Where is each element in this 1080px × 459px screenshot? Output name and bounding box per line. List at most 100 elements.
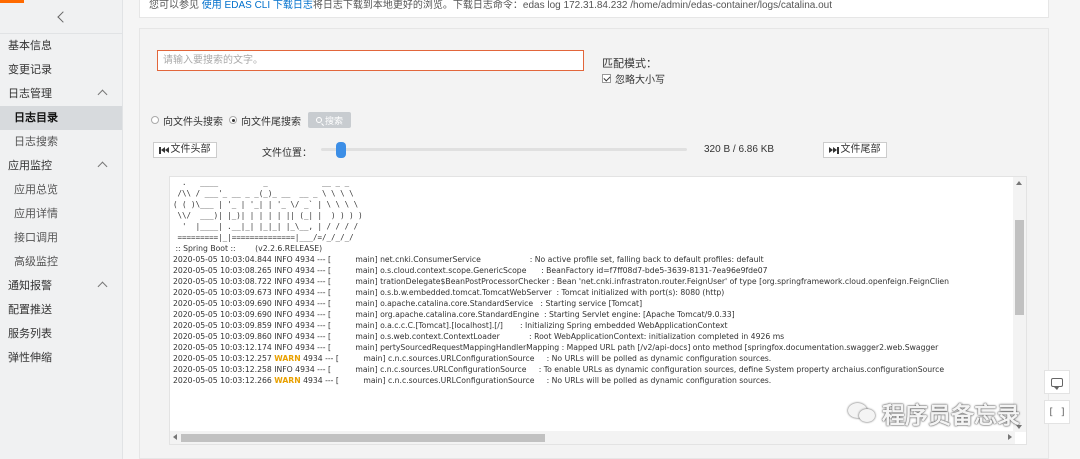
main-content: 您可以参见 使用 EDAS CLI 下载日志将日志下载到本地更好的浏览。下载日志… [139,0,1049,459]
log-line: 2020-05-05 10:03:04.844 INFO 4934 --- [ … [173,254,1009,265]
log-message: o.s.cloud.context.scope.GenericScope : B… [380,266,768,275]
sidebar-item[interactable]: 应用详情 [0,202,122,226]
file-position-slider[interactable] [321,142,687,158]
sidebar-item[interactable]: 日志管理 [0,82,122,106]
go-to-file-head-button[interactable]: 文件头部 [153,142,217,158]
file-navigation: 文件头部 文件位置： 320 B / 6.86 KB 文件尾部 [153,142,1033,159]
log-level: INFO [274,321,293,330]
chevron-up-icon[interactable] [97,89,108,100]
sidebar-item-label: 日志搜索 [14,136,58,148]
chevron-left-icon [57,10,69,23]
log-level: INFO [274,310,293,319]
download-hint-prefix: 您可以参见 [149,0,202,11]
sidebar-item-label: 弹性伸缩 [8,352,52,364]
sidebar-item[interactable]: 日志目录 [0,106,122,130]
scroll-right-icon[interactable] [1008,434,1012,440]
log-pid: 4934 --- [ [295,310,331,319]
sidebar-item[interactable]: 服务列表 [0,322,122,346]
chevron-up-icon[interactable] [97,161,108,172]
search-button[interactable]: 搜索 [308,112,352,128]
log-level: INFO [274,332,293,341]
scroll-left-icon[interactable] [173,434,177,440]
sidebar-item-label: 服务列表 [8,328,52,340]
log-pid: 4934 --- [ [295,277,331,286]
log-line: 2020-05-05 10:03:08.722 INFO 4934 --- [ … [173,276,1009,287]
log-pid: 4934 --- [ [295,321,331,330]
log-line: 2020-05-05 10:03:12.257 WARN 4934 --- [ … [173,353,1009,364]
log-thread: main] [355,332,378,341]
log-timestamp: 2020-05-05 10:03:08.265 [173,266,272,275]
horizontal-scroll-thumb[interactable] [181,434,545,442]
log-thread: main] [355,299,378,308]
log-message: o.s.b.w.embedded.tomcat.TomcatWebServer … [380,288,725,297]
watermark-text: 程序员备忘录 [882,402,1020,428]
download-hint-suffix: 将日志下载到本地更好的浏览。下载日志命令：edas log 172.31.84.… [312,0,833,11]
go-to-file-tail-label: 文件尾部 [840,144,881,155]
watermark: 程序员备忘录 [848,396,1020,430]
sidebar-item[interactable]: 通知报警 [0,274,122,298]
log-banner-line: /\\ / ___'_ __ _ _(_)_ __ __ _ \ \ \ \ [173,189,354,198]
log-pid: 4934 --- [ [295,266,331,275]
ignore-case-checkbox[interactable]: 忽略大小写 [602,71,665,86]
sidebar-item[interactable]: 应用监控 [0,154,122,178]
log-message: c.n.c.sources.URLConfigurationSource : T… [380,365,945,374]
log-pid: 4934 --- [ [303,354,339,363]
log-message: trationDelegate$BeanPostProcessorChecker… [380,277,949,286]
radio-search-tail[interactable] [229,116,237,124]
collapse-float-button[interactable]: [ ] [1044,400,1070,424]
search-direction-group: 向文件头搜索 向文件尾搜索 搜索 [151,112,352,128]
sidebar-item[interactable]: 弹性伸缩 [0,346,122,370]
slider-handle[interactable] [335,142,346,158]
feedback-button[interactable] [1044,370,1070,394]
match-mode-label: 匹配模式： [602,58,657,70]
log-pid: 4934 --- [ [295,255,331,264]
sidebar-item[interactable]: 接口调用 [0,226,122,250]
log-message: net.cnki.ConsumerService : No active pro… [380,255,764,264]
vertical-scroll-thumb[interactable] [1015,220,1024,315]
vertical-scrollbar[interactable] [1013,177,1026,432]
log-viewer-panel: 匹配模式： 忽略大小写 向文件头搜索 向文件尾搜索 搜索 文件头部 文件位置： [139,28,1049,459]
log-level: INFO [274,288,293,297]
log-line: 2020-05-05 10:03:12.174 INFO 4934 --- [ … [173,342,1009,353]
log-message: o.s.web.context.ContextLoader : Root Web… [380,332,785,341]
search-input[interactable] [157,50,584,71]
sidebar-item[interactable]: 高级监控 [0,250,122,274]
log-timestamp: 2020-05-05 10:03:09.690 [173,310,272,319]
log-thread: main] [355,365,378,374]
skip-to-end-icon [829,146,839,154]
log-line: 2020-05-05 10:03:09.690 INFO 4934 --- [ … [173,309,1009,320]
chevron-up-icon[interactable] [97,281,108,292]
log-level: INFO [274,343,293,352]
radio-search-tail-label[interactable]: 向文件尾搜索 [241,113,301,128]
sidebar-collapse-button[interactable] [0,0,122,34]
log-level: INFO [274,266,293,275]
log-pid: 4934 --- [ [303,376,339,385]
go-to-file-tail-button[interactable]: 文件尾部 [823,142,887,158]
log-thread: main] [355,321,378,330]
log-pid: 4934 --- [ [295,365,331,374]
log-thread: main] [355,266,378,275]
log-line: 2020-05-05 10:03:09.860 INFO 4934 --- [ … [173,331,1009,342]
sidebar-item[interactable]: 配置推送 [0,298,122,322]
log-timestamp: 2020-05-05 10:03:09.859 [173,321,272,330]
radio-search-head-label[interactable]: 向文件头搜索 [163,113,223,128]
log-level: INFO [274,277,293,286]
checkbox-icon[interactable] [602,74,611,83]
horizontal-scrollbar[interactable] [170,431,1015,444]
radio-search-head[interactable] [151,116,159,124]
scroll-up-icon[interactable] [1016,181,1022,185]
chat-icon [1051,377,1063,390]
sidebar-item[interactable]: 变更记录 [0,58,122,82]
sidebar-item[interactable]: 基本信息 [0,34,122,58]
log-thread: main] [355,310,378,319]
log-thread: main] [363,354,386,363]
sidebar-item[interactable]: 应用总览 [0,178,122,202]
log-message: o.a.c.c.C.[Tomcat].[localhost].[/] : Ini… [380,321,728,330]
edas-cli-link[interactable]: 使用 EDAS CLI 下载日志 [202,0,313,11]
sidebar-item[interactable]: 日志搜索 [0,130,122,154]
log-content: . ____ _ __ _ _ /\\ / ___'_ __ _ _(_)_ _… [173,177,1009,429]
sidebar-item-label: 日志管理 [8,88,52,100]
log-message: c.n.c.sources.URLConfigurationSource : N… [388,376,772,385]
log-level: INFO [274,299,293,308]
sidebar-item-label: 通知报警 [8,280,52,292]
